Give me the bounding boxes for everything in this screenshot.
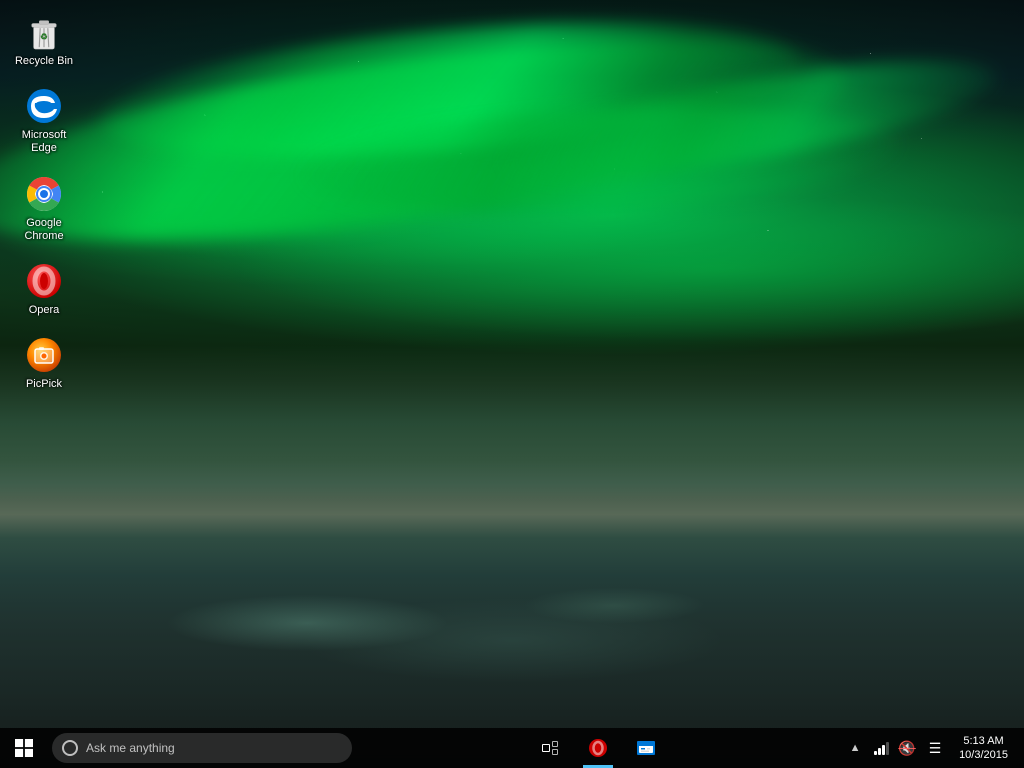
bar-1	[874, 751, 877, 755]
desktop-icons-area: ♻ Recycle Bin Microsoft Edge	[8, 8, 80, 395]
picpick-label: PicPick	[26, 378, 62, 391]
task-view-icon	[542, 741, 558, 755]
bar-2	[878, 748, 881, 755]
onedrive-taskbar-button[interactable]	[624, 728, 668, 768]
tv-rect-1	[542, 744, 550, 752]
recycle-bin-icon[interactable]: ♻ Recycle Bin	[8, 8, 80, 72]
tray-overflow-button[interactable]: ▲	[843, 728, 867, 768]
opera-label: Opera	[29, 304, 60, 317]
task-view-button[interactable]	[528, 728, 572, 768]
taskbar: Ask me anything	[0, 728, 1024, 768]
opera-icon[interactable]: Opera	[8, 257, 80, 321]
system-tray: ▲ 🔇 ☰ 5:13 AM 10/	[843, 728, 1024, 768]
opera-image	[24, 261, 64, 301]
action-center-button[interactable]: ☰	[921, 728, 949, 768]
bar-4	[886, 742, 889, 755]
network-icon[interactable]	[869, 728, 893, 768]
clock-button[interactable]: 5:13 AM 10/3/2015	[951, 728, 1016, 768]
date-display: 10/3/2015	[959, 748, 1008, 762]
volume-icon[interactable]: 🔇	[895, 728, 919, 768]
chevron-up-icon: ▲	[850, 742, 861, 754]
search-placeholder-text: Ask me anything	[86, 741, 175, 755]
picpick-icon[interactable]: PicPick	[8, 331, 80, 395]
recycle-bin-image: ♻	[24, 12, 64, 52]
start-button[interactable]	[0, 728, 48, 768]
speaker-icon: 🔇	[898, 740, 915, 757]
tv-rect-2	[552, 741, 558, 747]
microsoft-edge-image	[24, 86, 64, 126]
microsoft-edge-label: Microsoft Edge	[12, 129, 76, 155]
google-chrome-image	[24, 174, 64, 214]
time-display: 5:13 AM	[963, 734, 1003, 748]
wallpaper	[0, 0, 1024, 768]
google-chrome-icon[interactable]: Google Chrome	[8, 170, 80, 247]
cortana-circle-icon	[62, 740, 78, 756]
microsoft-edge-icon[interactable]: Microsoft Edge	[8, 82, 80, 159]
svg-text:♻: ♻	[40, 32, 48, 42]
network-bars-icon	[874, 741, 889, 755]
desktop: ♻ Recycle Bin Microsoft Edge	[0, 0, 1024, 768]
opera-taskbar-button[interactable]	[576, 728, 620, 768]
tv-rect-3	[552, 749, 558, 755]
google-chrome-label: Google Chrome	[12, 217, 76, 243]
action-center-icon: ☰	[929, 740, 942, 757]
search-bar[interactable]: Ask me anything	[52, 733, 352, 763]
picpick-image	[24, 335, 64, 375]
taskbar-center-area	[352, 728, 843, 768]
bar-3	[882, 745, 885, 755]
recycle-bin-label: Recycle Bin	[15, 55, 73, 68]
